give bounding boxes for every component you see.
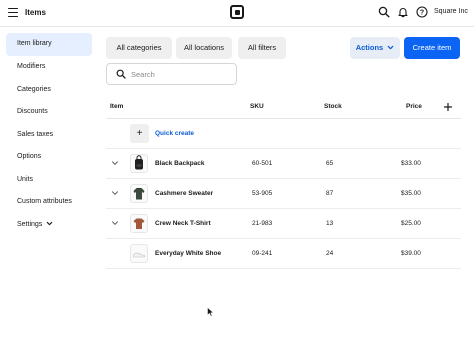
column-header-price[interactable]: Price — [406, 103, 422, 110]
svg-text:?: ? — [420, 9, 424, 16]
column-header-stock[interactable]: Stock — [324, 103, 342, 110]
quick-create-row[interactable]: + Quick create — [106, 119, 461, 149]
table-row[interactable]: Black Backpack 60-501 65 $33.00 — [106, 149, 461, 179]
table-row[interactable]: Cashmere Sweater 53-905 87 $35.00 — [106, 179, 461, 209]
item-sku: 60-501 — [252, 160, 273, 167]
search-icon — [116, 69, 126, 79]
chevron-down-icon — [387, 45, 394, 50]
item-name[interactable]: Black Backpack — [155, 160, 205, 167]
account-name[interactable]: Square Inc — [434, 8, 468, 15]
sidebar-item-custom-attributes[interactable]: Custom attributes — [6, 191, 92, 214]
table-row[interactable]: Crew Neck T-Shirt 21-983 13 $25.00 — [106, 209, 461, 239]
item-sku: 53-905 — [252, 190, 273, 197]
all-categories-button[interactable]: All categories — [106, 37, 172, 59]
table-header: Item SKU Stock Price — [106, 96, 461, 119]
sweater-icon — [130, 184, 148, 203]
sidebar-item-sales-taxes[interactable]: Sales taxes — [6, 124, 92, 147]
item-name[interactable]: Cashmere Sweater — [155, 190, 213, 197]
sidebar-item-units[interactable]: Units — [6, 169, 92, 192]
sidebar-nav: Item library Modifiers Categories Discou… — [6, 33, 92, 236]
bell-icon[interactable] — [397, 6, 409, 18]
chevron-down-icon[interactable] — [111, 189, 119, 197]
item-price: $33.00 — [401, 160, 421, 167]
all-locations-button[interactable]: All locations — [176, 37, 232, 59]
item-name[interactable]: Everyday White Shoe — [155, 250, 221, 257]
item-sku: 09-241 — [252, 250, 273, 257]
hamburger-icon[interactable] — [8, 8, 18, 17]
item-sku: 21-983 — [252, 220, 273, 227]
sidebar-item-categories[interactable]: Categories — [6, 79, 92, 102]
actions-label: Actions — [355, 43, 384, 52]
top-bar: Items ? Square Inc — [0, 0, 474, 27]
item-price: $25.00 — [401, 220, 421, 227]
page-title: Items — [25, 8, 46, 17]
item-price: $39.00 — [401, 250, 421, 257]
quick-create-link[interactable]: Quick create — [155, 130, 194, 137]
sidebar-item-options[interactable]: Options — [6, 146, 92, 169]
add-column-icon[interactable] — [443, 102, 453, 112]
sidebar-item-discounts[interactable]: Discounts — [6, 101, 92, 124]
chevron-down-icon[interactable] — [111, 219, 119, 227]
chevron-down-icon — [46, 214, 53, 237]
create-item-button[interactable]: Create item — [404, 37, 460, 59]
chevron-down-icon[interactable] — [111, 159, 119, 167]
search-input[interactable] — [131, 68, 231, 81]
backpack-icon — [130, 154, 148, 173]
table-row[interactable]: Everyday White Shoe 09-241 24 $39.00 — [106, 239, 461, 269]
items-table: Item SKU Stock Price + Quick create Blac… — [106, 96, 461, 269]
item-stock: 13 — [326, 220, 334, 227]
help-icon[interactable]: ? — [416, 6, 428, 18]
plus-icon[interactable]: + — [130, 124, 149, 143]
sidebar-item-item-library[interactable]: Item library — [6, 33, 92, 56]
column-header-sku[interactable]: SKU — [250, 103, 264, 110]
item-price: $35.00 — [401, 190, 421, 197]
sidebar-item-label: Settings — [17, 220, 43, 228]
mouse-cursor-icon — [207, 307, 214, 317]
item-name[interactable]: Crew Neck T-Shirt — [155, 220, 211, 227]
shoe-icon — [130, 244, 148, 263]
square-logo[interactable] — [230, 5, 244, 19]
item-stock: 65 — [326, 160, 334, 167]
all-filters-button[interactable]: All filters — [238, 37, 286, 59]
item-stock: 24 — [326, 250, 334, 257]
column-header-item[interactable]: Item — [110, 103, 123, 110]
sidebar-item-modifiers[interactable]: Modifiers — [6, 56, 92, 79]
sidebar-item-settings[interactable]: Settings — [6, 214, 92, 237]
search-box[interactable] — [106, 63, 237, 85]
search-icon[interactable] — [378, 6, 390, 18]
tshirt-icon — [130, 214, 148, 233]
item-stock: 87 — [326, 190, 334, 197]
actions-button[interactable]: Actions — [350, 37, 400, 59]
